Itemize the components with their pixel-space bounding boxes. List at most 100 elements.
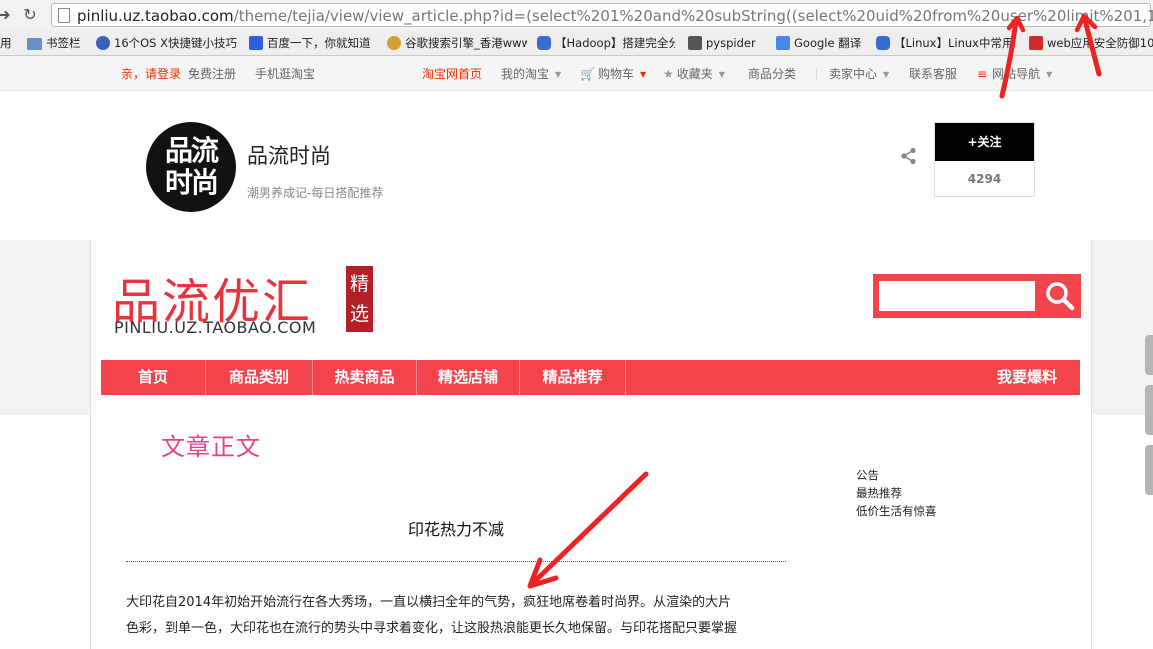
- follow-widget: +关注 4294: [934, 122, 1035, 197]
- bookmark-item[interactable]: 谷歌搜索引擎_香港www: [387, 35, 527, 51]
- logo-text-line2: 时尚: [164, 166, 219, 199]
- follow-button[interactable]: +关注: [935, 123, 1034, 161]
- login-link[interactable]: 亲，请登录: [121, 66, 181, 82]
- mobile-link[interactable]: 手机逛淘宝: [255, 66, 315, 82]
- nav-submit-tip[interactable]: 我要爆料: [979, 360, 1075, 395]
- nav-hot-items[interactable]: 热卖商品: [313, 360, 416, 395]
- browser-toolbar: ➜ ↻ pinliu.uz.taobao.com/theme/tejia/vie…: [0, 0, 1153, 30]
- my-taobao-label: 我的淘宝: [501, 67, 550, 81]
- star-icon: ★: [663, 67, 674, 81]
- bookmarks-bar: 用 书签栏 16个OS X快捷键小技巧 百度一下，你就知道 谷歌搜索引擎_香港w…: [0, 30, 1153, 56]
- chevron-down-icon: ▼: [639, 70, 647, 79]
- topbar-divider: [816, 68, 817, 81]
- shop-logo[interactable]: 品流 时尚: [146, 122, 236, 212]
- bookmark-label: Google 翻译: [794, 36, 862, 50]
- sidebar-link-hot[interactable]: 最热推荐: [856, 484, 937, 502]
- shop-header: 品流 时尚 品流时尚 潮男养成记-每日搭配推荐 +关注 4294: [0, 92, 1153, 240]
- my-taobao-menu[interactable]: 我的淘宝 ▼: [501, 66, 561, 83]
- shop-slogan: 潮男养成记-每日搭配推荐: [247, 186, 384, 200]
- article-paragraph-line: 大印花自2014年初始开始流行在各大秀场，一直以横扫全年的气势，疯狂地席卷着时尚…: [126, 595, 732, 610]
- address-text[interactable]: pinliu.uz.taobao.com/theme/tejia/view/vi…: [77, 7, 1153, 25]
- menu-list-icon: ≡: [977, 67, 988, 81]
- featured-tag: 精 选: [346, 266, 373, 332]
- bookmark-label: pyspider: [706, 36, 756, 50]
- sitenav-label: 网站导航: [992, 67, 1041, 81]
- bookmark-label: 谷歌搜索引擎_香港www: [405, 36, 527, 50]
- url-path: /theme/tejia/view/view_article.php?id=(s…: [233, 7, 1153, 25]
- featured-tag-line2: 选: [349, 303, 369, 325]
- taobao-topbar: 亲，请登录 免费注册 手机逛淘宝 淘宝网首页 我的淘宝 ▼ 🛒 购物车 ▼ ★ 收藏夹 ▼…: [0, 56, 1153, 91]
- main-navigation: 首页 商品类别 热卖商品 精选店铺 精品推荐 我要爆料: [101, 360, 1080, 395]
- bookmark-item[interactable]: 百度一下，你就知道: [249, 35, 375, 51]
- sidebar-links: 公告 最热推荐 低价生活有惊喜: [856, 466, 937, 520]
- reload-icon[interactable]: ↻: [22, 6, 38, 24]
- cart-label: 购物车: [597, 67, 634, 81]
- featured-tag-line1: 精: [349, 273, 369, 295]
- logo-text-line1: 品流: [164, 134, 219, 167]
- brand-logo-en: PINLIU.UZ.TAOBAO.COM: [114, 318, 317, 337]
- register-link[interactable]: 免费注册: [188, 66, 236, 82]
- bookmark-label: 百度一下，你就知道: [267, 36, 371, 50]
- seller-label: 卖家中心: [829, 67, 878, 81]
- bookmark-item[interactable]: pyspider: [688, 35, 768, 51]
- article-divider: [126, 561, 786, 562]
- grid-icon: [688, 36, 702, 50]
- swirl-icon: [537, 36, 551, 50]
- forward-arrow-icon[interactable]: ➜: [0, 6, 12, 24]
- chevron-down-icon: ▼: [1046, 70, 1053, 79]
- chevron-down-icon: ▼: [555, 70, 562, 79]
- sidebar-link-deals[interactable]: 低价生活有惊喜: [856, 502, 937, 520]
- translate-icon: [776, 36, 790, 50]
- search-icon[interactable]: [1039, 274, 1081, 318]
- nav-featured-shops[interactable]: 精选店铺: [417, 360, 519, 395]
- screenshot-root: ➜ ↻ pinliu.uz.taobao.com/theme/tejia/vie…: [0, 0, 1153, 649]
- categories-link[interactable]: 商品分类: [748, 66, 796, 82]
- bookmark-label: 【Linux】Linux中常用: [894, 36, 1014, 50]
- service-link[interactable]: 联系客服: [909, 66, 957, 82]
- paw-icon: [249, 36, 263, 50]
- seller-center-menu[interactable]: 卖家中心 ▼: [829, 66, 889, 83]
- bookmark-label: 用: [0, 36, 12, 50]
- chevron-down-icon: ▼: [718, 70, 725, 79]
- article-paragraph-line: 色彩，到单一色，大印花也在流行的势头中寻求着变化，让这股热浪能更长久地保留。与印…: [126, 621, 738, 636]
- bookmark-label: 书签栏: [46, 36, 81, 50]
- nav-divider: [625, 360, 626, 395]
- share-icon[interactable]: [900, 147, 918, 165]
- article-title: 印花热力不减: [407, 520, 504, 539]
- address-bar[interactable]: pinliu.uz.taobao.com/theme/tejia/view/vi…: [51, 3, 1153, 27]
- cart-menu[interactable]: 🛒 购物车 ▼: [580, 66, 646, 83]
- swirl-icon: [876, 36, 890, 50]
- bookmark-label: 【Hadoop】搭建完全分: [555, 36, 675, 50]
- nav-recommended[interactable]: 精品推荐: [520, 360, 625, 395]
- gear-favicon-icon: [387, 36, 401, 50]
- search-box: [873, 274, 1081, 318]
- bookmark-label: web应用安全防御100: [1047, 36, 1153, 50]
- favorites-label: 收藏夹: [676, 67, 713, 81]
- article-body: 大印花自2014年初始开始流行在各大秀场，一直以横扫全年的气势，疯狂地席卷着时尚…: [126, 590, 790, 642]
- folder-icon: [27, 38, 42, 50]
- nav-home[interactable]: 首页: [101, 360, 205, 395]
- bookmark-item[interactable]: web应用安全防御100: [1029, 35, 1153, 51]
- side-float-tab[interactable]: [1145, 335, 1153, 375]
- url-host: pinliu.uz.taobao.com: [77, 7, 234, 25]
- bookmark-item[interactable]: 【Hadoop】搭建完全分: [537, 35, 675, 51]
- sitenav-menu[interactable]: ≡ 网站导航 ▼: [977, 66, 1052, 83]
- side-float-tab[interactable]: [1145, 385, 1153, 435]
- favorites-menu[interactable]: ★ 收藏夹 ▼: [663, 66, 725, 83]
- bookmark-item[interactable]: Google 翻译: [776, 35, 870, 51]
- bookmark-item[interactable]: 16个OS X快捷键小技巧: [96, 35, 244, 51]
- side-float-tab[interactable]: [1145, 445, 1153, 495]
- section-title: 文章正文: [161, 433, 261, 461]
- shop-name[interactable]: 品流时尚: [247, 140, 331, 170]
- chevron-down-icon: ▼: [883, 70, 890, 79]
- search-input[interactable]: [877, 279, 1037, 313]
- cart-icon: 🛒: [580, 67, 595, 81]
- shield-red-icon: [1029, 36, 1043, 50]
- bookmark-item[interactable]: 书签栏: [27, 35, 89, 51]
- bookmark-item[interactable]: 用: [0, 35, 14, 51]
- page-icon: [58, 8, 70, 23]
- bookmark-item[interactable]: 【Linux】Linux中常用: [876, 35, 1016, 51]
- sidebar-link-notice[interactable]: 公告: [856, 466, 937, 484]
- nav-categories[interactable]: 商品类别: [206, 360, 312, 395]
- taobao-home-link[interactable]: 淘宝网首页: [422, 66, 482, 82]
